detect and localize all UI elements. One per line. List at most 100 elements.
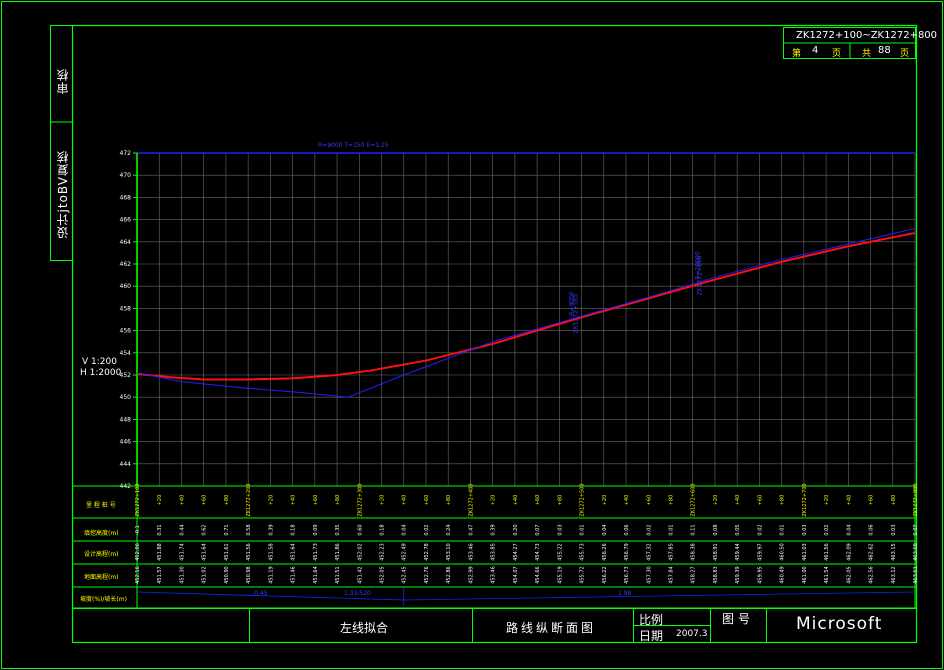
table-cell: 0.35 xyxy=(335,524,341,535)
row-label-station: 里 程 桩 号 xyxy=(86,502,116,509)
design-label: 设计jtoBV复核 xyxy=(56,150,70,239)
table-cell: 0.11 xyxy=(691,524,697,535)
table-cell: 451.56 xyxy=(246,543,252,561)
y-axis: 4424444464484504524544564584604624644664… xyxy=(120,150,138,490)
table-cell: 0.08 xyxy=(713,524,719,535)
table-cell: +40 xyxy=(402,495,408,506)
table-cell: 453.46 xyxy=(468,543,474,561)
table-cell: 451.64 xyxy=(291,543,297,561)
table-cell: +40 xyxy=(513,495,519,506)
slope-label-3: 1.98 xyxy=(618,590,632,597)
table-cell: 0.31 xyxy=(157,524,163,535)
table-cell: 454.66 xyxy=(535,566,541,584)
table-cell: +80 xyxy=(891,495,897,506)
table-cell: 454.73 xyxy=(535,543,541,561)
y-tick-label: 458 xyxy=(120,305,132,312)
table-cell: +60 xyxy=(535,495,541,506)
table-cell: 461.54 xyxy=(824,566,830,584)
table-cell: 0.39 xyxy=(268,524,274,535)
y-tick-label: 450 xyxy=(120,394,132,401)
table-cell: 0.44 xyxy=(179,524,185,535)
horizontal-scale: H 1:2000 xyxy=(80,368,122,378)
table-cell: 457.85 xyxy=(668,543,674,561)
table-cell: +60 xyxy=(202,495,208,506)
table-cell: +20 xyxy=(268,495,274,506)
table-cell: 463.15 xyxy=(891,543,897,561)
table-cell: 454.27 xyxy=(513,543,519,561)
table-cell: 0.18 xyxy=(291,524,297,535)
table-cell: 455.73 xyxy=(580,543,586,561)
table-cell: 0.03 xyxy=(557,524,563,535)
table-cell: 0.02 xyxy=(646,524,652,535)
table-cell: 459.97 xyxy=(757,543,763,561)
profile-drawing[interactable]: 4424444464484504524544564584604624644664… xyxy=(0,0,944,670)
table-cell: 451.51 xyxy=(335,566,341,584)
curve-label-4: ZK1272+660 xyxy=(696,255,704,296)
table-cell: 462.56 xyxy=(869,566,875,584)
date-value: 2007.3 xyxy=(676,629,708,639)
table-cell: 452.78 xyxy=(424,543,430,561)
page-number: 4 xyxy=(812,45,819,56)
table-cell: 0.39 xyxy=(491,524,497,535)
table-cell: 0.07 xyxy=(535,524,541,535)
table-cell: 0.04 xyxy=(602,524,608,535)
slope-label-2: 1.33/520 xyxy=(344,590,371,597)
table-cell: 456.79 xyxy=(624,543,630,561)
ground-line xyxy=(136,227,916,398)
table-cell: 452.49 xyxy=(402,543,408,561)
table-cell: 458.27 xyxy=(691,566,697,584)
table-cell: 451.88 xyxy=(157,543,163,561)
table-cell: +80 xyxy=(224,495,230,506)
curve-label-3: ZK1272+565 xyxy=(572,293,580,334)
table-cell: +80 xyxy=(446,495,452,506)
table-cell: 458.91 xyxy=(713,543,719,561)
table-cell: ZK1272+200 xyxy=(246,483,252,516)
table-cell: 462.62 xyxy=(869,543,875,561)
table-cell: 450.90 xyxy=(224,566,230,584)
table-cell: ZK1272+800 xyxy=(913,483,919,516)
table-cell: 0.04 xyxy=(846,524,852,535)
table-cell: 452.76 xyxy=(424,566,430,584)
table-cell: ZK1272+400 xyxy=(468,483,474,516)
y-tick-label: 462 xyxy=(120,261,132,268)
vertical-scale: V 1:200 xyxy=(82,357,117,367)
y-tick-label: 446 xyxy=(120,439,132,446)
total-number: 88 xyxy=(878,45,891,56)
grid xyxy=(136,152,916,487)
table-cell: 451.30 xyxy=(179,566,185,584)
drawing-name: 左线拟合 xyxy=(340,621,389,635)
table-cell: 461.00 xyxy=(802,566,808,584)
table-cell: 451.57 xyxy=(157,566,163,584)
table-cell: ZK1272+300 xyxy=(357,483,363,516)
table-cell: +60 xyxy=(424,495,430,506)
brand-logo: Microsoft xyxy=(796,614,883,634)
row-label-ground: 地面高程(m) xyxy=(84,574,119,581)
table-cell: +60 xyxy=(869,495,875,506)
table-cell: 0.04 xyxy=(402,524,408,535)
table-cell: 455.19 xyxy=(557,566,563,584)
table-cell: 451.42 xyxy=(357,566,363,584)
table-cell: 459.95 xyxy=(757,566,763,584)
design-line-label: R=9000 T=150 E=1.25 xyxy=(318,142,389,149)
y-tick-label: 470 xyxy=(120,172,132,179)
table-cell: +40 xyxy=(846,495,852,506)
y-tick-label: 454 xyxy=(120,350,132,357)
table-cell: +20 xyxy=(491,495,497,506)
table-cell: 451.58 xyxy=(268,543,274,561)
table-cell: 452.02 xyxy=(357,543,363,561)
table-cell: 451.02 xyxy=(202,566,208,584)
table-cell: 0.09 xyxy=(313,524,319,535)
table-cell: ZK1272+600 xyxy=(691,483,697,516)
table-cell: 455.22 xyxy=(557,543,563,561)
table-cell: 451.19 xyxy=(268,566,274,584)
table-cell: 460.49 xyxy=(780,566,786,584)
table-cell: +20 xyxy=(602,495,608,506)
table-cell: 453.46 xyxy=(491,566,497,584)
table-cell: ZK1272+700 xyxy=(802,483,808,516)
table-cell: +80 xyxy=(668,495,674,506)
stake-range: ZK1272+100~ZK1272+800 xyxy=(796,30,938,41)
table-cell: 459.44 xyxy=(735,543,741,561)
table-cell: 0.06 xyxy=(869,524,875,535)
figure-label: 图号 xyxy=(722,612,755,626)
table-cell: 451.86 xyxy=(335,543,341,561)
